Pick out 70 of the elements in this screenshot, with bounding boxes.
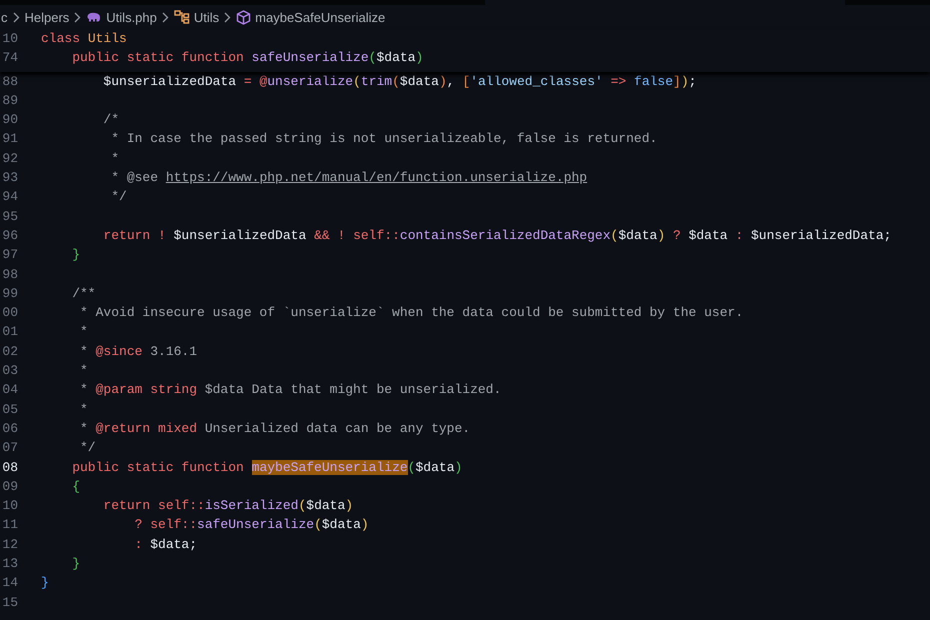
line-number: 10 (1, 30, 18, 48)
code-line: */ (110, 188, 127, 206)
code-line: */ (79, 439, 96, 458)
code-line: return ! $unserializedData && ! self::containsSerializedDataRegex($data) ? $data : $unserializedData; (102, 226, 892, 245)
code-line: return self::isSerialized($data) (102, 497, 354, 516)
line-number: 11 (1, 516, 18, 534)
cube-icon (236, 10, 252, 24)
line-number: 96 (1, 226, 18, 245)
line-number: 12 (1, 536, 18, 554)
line-number: 88 (1, 72, 18, 91)
line-number: 15 (1, 594, 18, 612)
line-number: 00 (1, 304, 18, 322)
line-number: 90 (1, 111, 18, 130)
line-number: 09 (1, 478, 18, 496)
line-number: 98 (1, 266, 18, 284)
line-number: 95 (1, 208, 18, 226)
search-highlight: maybeSafeUnserialize (252, 460, 408, 475)
line-number: 13 (1, 555, 18, 574)
code-line: $unserializedData = @unserialize(trim($data), ['allowed_classes' => false]); (102, 72, 696, 91)
chevron-icon (224, 12, 232, 22)
line-number: 04 (1, 381, 18, 400)
elephant-icon (86, 12, 102, 22)
code-line: * (79, 362, 88, 380)
code-line: * Avoid insecure usage of `unserialize` when the data could be submitted by the user. (79, 304, 744, 322)
code-line: public static function maybeSafeUnserialize($data) (71, 458, 462, 477)
line-number: 08 (1, 458, 18, 477)
line-number: 02 (1, 342, 18, 361)
line-number: 03 (1, 362, 18, 380)
code-line: } (41, 574, 49, 592)
code-line: { (71, 478, 80, 496)
line-number: 93 (1, 169, 18, 188)
class-icon (174, 10, 190, 24)
line-number: 10 (1, 497, 18, 516)
code-line: * (79, 323, 88, 342)
line-number: 92 (1, 150, 18, 168)
line-number: 97 (1, 246, 18, 264)
code-line: * (79, 400, 88, 419)
code-line: class Utils (41, 30, 127, 48)
line-number: 89 (1, 92, 18, 110)
breadcrumb-item[interactable]: Utils (174, 10, 220, 24)
code-line: ? self::safeUnserialize($data) (134, 516, 369, 534)
chevron-icon (12, 12, 20, 22)
breadcrumb-item[interactable]: Helpers (24, 10, 70, 24)
chevron-icon (162, 12, 169, 22)
line-number: 91 (1, 130, 18, 148)
link[interactable]: https://www.php.net/manual/en/function.unserialize.php (166, 170, 588, 186)
line-number: 14 (1, 574, 18, 592)
breadcrumb-item[interactable]: Utils.php (86, 10, 157, 24)
code-line: * @see https://www.php.net/manual/en/function.unserialize.php (110, 169, 588, 188)
line-number: 01 (1, 323, 18, 342)
code-line: * @since 3.16.1 (79, 342, 198, 361)
line-number: 99 (1, 284, 18, 303)
line-number: 07 (1, 439, 18, 458)
code-line: /* (102, 111, 120, 130)
code-line: public static function safeUnserialize($data) (71, 49, 424, 68)
line-number: 94 (1, 188, 18, 206)
code-line: : $data; (134, 536, 198, 554)
code-line: * @return mixed Unserialized data can be any type. (79, 420, 470, 438)
code-line: * @param string $data Data that might be unserialized. (79, 381, 502, 400)
code-line: } (71, 555, 80, 574)
breadcrumb-item[interactable]: maybeSafeUnserialize (236, 10, 386, 24)
chevron-icon (74, 12, 82, 22)
line-number: 06 (1, 420, 18, 438)
line-number: 74 (1, 49, 18, 68)
code-line: * In case the passed string is not unserializeable, false is returned. (110, 130, 658, 148)
code-line: /** (71, 284, 96, 303)
line-number: 05 (1, 400, 18, 419)
code-line: * (110, 150, 120, 168)
breadcrumb-item[interactable]: c (1, 10, 8, 24)
code-line: } (71, 246, 80, 264)
